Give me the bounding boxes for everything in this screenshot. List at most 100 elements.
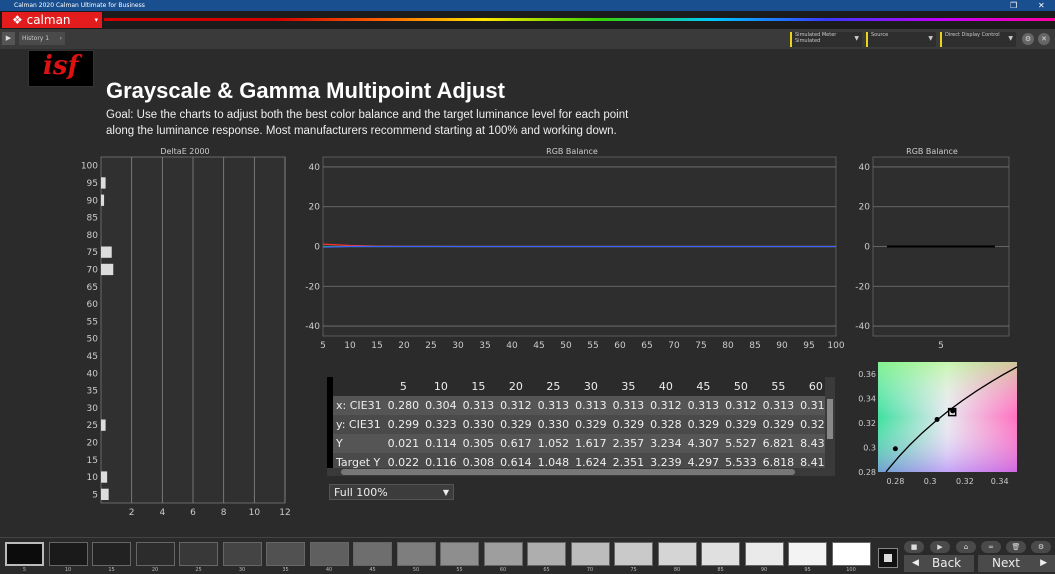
rgb-x-tick: 80 xyxy=(722,341,734,351)
table-vertical-scrollbar[interactable] xyxy=(825,377,835,476)
cie-x-tick: 0.34 xyxy=(991,477,1009,486)
patch-swatch[interactable] xyxy=(788,542,827,566)
table-cell: 3.234 xyxy=(647,434,685,453)
table-column-header[interactable]: 40 xyxy=(647,377,685,396)
table-column-header[interactable]: 35 xyxy=(609,377,648,396)
table-column-header[interactable]: 10 xyxy=(422,377,460,396)
table-cell: 0.329 xyxy=(684,415,723,434)
link-icon[interactable]: ∞ xyxy=(981,541,1001,553)
close-icon[interactable]: ✕ xyxy=(1038,0,1045,11)
restore-icon[interactable]: ❐ xyxy=(1010,0,1017,11)
table-cell: 0.308 xyxy=(459,453,498,469)
patch-label: 70 xyxy=(586,567,594,573)
stop-icon[interactable]: ■ xyxy=(904,541,924,553)
stop-measure-button[interactable] xyxy=(878,548,898,568)
title-bar: Calman 2020 Calman Ultimate for Business… xyxy=(0,0,1055,11)
patch-swatch[interactable] xyxy=(309,542,349,566)
patch-swatch[interactable] xyxy=(657,542,697,566)
table-cell: 0.329 xyxy=(609,415,648,434)
display-dropdown[interactable]: Direct Display Control ▼ xyxy=(940,32,1016,47)
patch-swatch[interactable] xyxy=(614,542,653,566)
deltae-y-tick: 75 xyxy=(87,248,98,258)
back-button[interactable]: ◀ Back xyxy=(904,555,974,572)
table-cell: 0.313 xyxy=(609,396,648,415)
rgb-x-tick: 35 xyxy=(479,341,490,351)
patch-swatch[interactable] xyxy=(266,542,305,566)
tab-history[interactable]: History 1 › xyxy=(19,32,65,45)
rgb-x-tick: 60 xyxy=(614,341,626,351)
scrollbar-thumb[interactable] xyxy=(827,399,833,439)
deltae-bar xyxy=(101,246,112,258)
table-column-header[interactable]: 55 xyxy=(759,377,798,396)
patch-label: 95 xyxy=(804,567,811,573)
patch-label: 65 xyxy=(543,567,550,573)
scrollbar-thumb[interactable] xyxy=(341,469,795,475)
table-column-header[interactable]: 25 xyxy=(534,377,573,396)
close-panel-icon[interactable]: ✕ xyxy=(1038,33,1050,45)
patch-label: 15 xyxy=(108,567,115,573)
deltae-x-tick: 12 xyxy=(279,508,290,518)
patch-swatch[interactable] xyxy=(440,542,479,566)
trash-icon[interactable]: 🗑 xyxy=(1006,541,1026,553)
table-cell: 0.304 xyxy=(422,396,460,415)
play-icon[interactable]: ▶ xyxy=(930,541,950,553)
patch-swatch[interactable] xyxy=(48,542,88,566)
home-icon[interactable]: ⌂ xyxy=(956,541,976,553)
deltae-y-tick: 90 xyxy=(87,196,99,206)
cie-x-tick: 0.32 xyxy=(956,477,974,486)
patch-swatch[interactable] xyxy=(222,542,262,566)
patch-swatch[interactable] xyxy=(744,542,784,566)
table-header-spacer xyxy=(333,377,385,396)
patch-swatch[interactable] xyxy=(179,542,218,566)
meter-dropdown[interactable]: Simulated Meter Simulated ▼ xyxy=(790,32,862,47)
table-column-header[interactable]: 45 xyxy=(684,377,723,396)
patch-swatch[interactable] xyxy=(135,542,175,566)
chevron-down-icon: ▼ xyxy=(928,35,933,42)
table-cell: 0.313 xyxy=(459,396,498,415)
table-row: Y 0.021 0.114 0.305 0.617 1.052 1.617 2.357 3.23… xyxy=(327,434,825,453)
table-horizontal-scrollbar[interactable] xyxy=(327,468,825,476)
table-cell: 0.313 xyxy=(572,396,610,415)
table-column-header[interactable]: 60 xyxy=(797,377,825,396)
cie-y-tick: 0.28 xyxy=(858,468,876,477)
table-column-header[interactable]: 50 xyxy=(722,377,760,396)
patch-swatch[interactable] xyxy=(5,542,44,566)
rgb-y-tick: 0 xyxy=(314,243,320,253)
deltae-bar xyxy=(101,471,108,483)
deltae-y-tick: 30 xyxy=(87,404,99,414)
next-button[interactable]: Next ▶ xyxy=(978,555,1055,572)
patch-swatch[interactable] xyxy=(831,542,871,566)
settings-icon[interactable]: ⚙ xyxy=(1031,541,1051,553)
table-column-header[interactable]: 15 xyxy=(459,377,498,396)
table-cell: 2.351 xyxy=(609,453,648,469)
table-column-header[interactable]: 20 xyxy=(497,377,535,396)
play-icon[interactable]: ▶ xyxy=(2,32,15,45)
table-cell: 0.614 xyxy=(497,453,535,469)
table-row-label: Target Y xyxy=(333,453,385,469)
next-button-label: Next xyxy=(992,556,1020,570)
patch-swatch[interactable] xyxy=(92,542,131,566)
deltae-bar xyxy=(101,488,109,500)
patch-swatch[interactable] xyxy=(570,542,610,566)
patch-swatch[interactable] xyxy=(701,542,740,566)
rgb-point-y-tick: 20 xyxy=(859,203,871,213)
deltae-y-tick: 70 xyxy=(87,265,99,275)
patch-label: 80 xyxy=(673,567,681,573)
patch-swatch[interactable] xyxy=(353,542,392,566)
gear-icon[interactable]: ⚙ xyxy=(1022,33,1034,45)
table-cell: 4.297 xyxy=(684,453,723,469)
patch-swatch[interactable] xyxy=(483,542,523,566)
table-cell: 5.527 xyxy=(722,434,760,453)
point-select[interactable]: Full 100% ▼ xyxy=(329,484,454,500)
deltae-y-tick: 65 xyxy=(87,283,98,293)
cie-y-tick: 0.34 xyxy=(858,395,876,404)
patch-swatch[interactable] xyxy=(396,542,436,566)
patch-swatch[interactable] xyxy=(527,542,566,566)
source-dropdown-label: Source xyxy=(871,32,889,38)
rgb-x-tick: 5 xyxy=(320,341,326,351)
table-column-header[interactable]: 30 xyxy=(572,377,610,396)
calman-logo[interactable]: ❖ calman ▾ xyxy=(2,12,102,28)
goal-line-2: along the luminance response. Most manuf… xyxy=(106,125,617,137)
table-column-header[interactable]: 5 xyxy=(384,377,423,396)
source-dropdown[interactable]: Source ▼ xyxy=(866,32,936,47)
